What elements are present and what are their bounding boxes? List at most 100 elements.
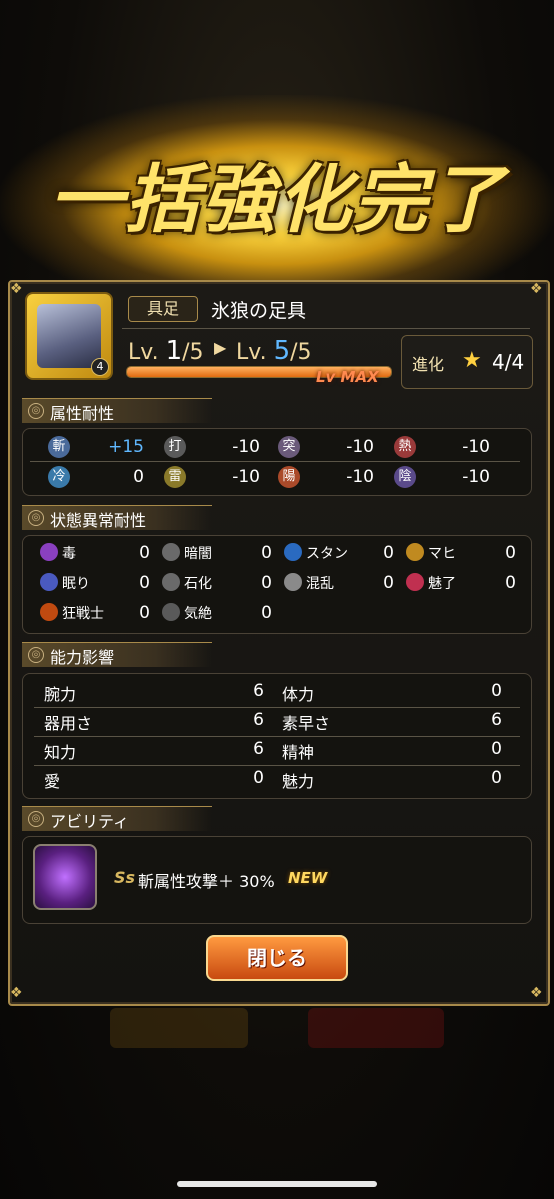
attribute-value: -10 <box>346 437 374 457</box>
status-label: 狂戦士 <box>62 606 104 622</box>
item-icon: 4 <box>25 292 113 380</box>
corner-ornament: ❖ <box>530 985 543 1001</box>
level-to: Lv. 5/5 <box>236 336 312 366</box>
attribute-value: -10 <box>462 467 490 487</box>
status-value: 0 <box>139 573 150 593</box>
item-rank-badge: 4 <box>91 358 109 376</box>
divider <box>34 736 520 737</box>
section-header-ability-effect: ◎ 能力影響 <box>22 642 212 667</box>
section-icon: ◎ <box>28 403 44 419</box>
section-icon: ◎ <box>28 647 44 663</box>
status-icon <box>40 603 58 621</box>
attribute-icon: 熱 <box>394 436 416 458</box>
status-label: 気絶 <box>184 606 212 622</box>
status-label: 毒 <box>62 546 76 562</box>
stat-value: 0 <box>491 681 502 701</box>
attribute-icon: 斬 <box>48 436 70 458</box>
attribute-icon: 冷 <box>48 466 70 488</box>
attribute-value: -10 <box>462 437 490 457</box>
new-badge: NEW <box>288 869 328 887</box>
level-max-label: Lv MAX <box>316 368 379 386</box>
status-label: マヒ <box>428 546 456 562</box>
attribute-value: +15 <box>108 437 144 457</box>
attribute-icon: 打 <box>164 436 186 458</box>
corner-ornament: ❖ <box>10 985 23 1001</box>
attribute-icon: 突 <box>278 436 300 458</box>
stat-value: 6 <box>253 681 264 701</box>
greaves-icon <box>37 304 101 368</box>
stat-value: 6 <box>491 710 502 730</box>
status-label: 眠り <box>62 576 90 592</box>
status-label: 魅了 <box>428 576 456 592</box>
status-label: スタン <box>306 546 348 562</box>
section-icon: ◎ <box>28 510 44 526</box>
attribute-icon: 陽 <box>278 466 300 488</box>
divider <box>34 707 520 708</box>
divider <box>34 765 520 766</box>
evolution-label: 進化 <box>412 355 445 374</box>
status-label: 暗闇 <box>184 546 212 562</box>
background-confirm-button <box>308 1008 444 1048</box>
status-value: 0 <box>383 573 394 593</box>
arrow-right-icon: ▶ <box>214 338 227 357</box>
corner-ornament: ❖ <box>530 281 543 297</box>
ability-text: 斬属性攻撃＋ 30% <box>138 872 275 891</box>
status-icon <box>162 573 180 591</box>
status-value: 0 <box>261 543 272 563</box>
status-icon <box>406 573 424 591</box>
status-value: 0 <box>139 543 150 563</box>
status-icon <box>162 603 180 621</box>
stat-label: 腕力 <box>44 685 77 704</box>
attribute-icon: 雷 <box>164 466 186 488</box>
star-icon: ★ <box>462 348 482 373</box>
status-value: 0 <box>261 573 272 593</box>
status-icon <box>40 573 58 591</box>
status-label: 石化 <box>184 576 212 592</box>
evolution-box: 進化 ★ 4/4 <box>401 335 533 389</box>
status-icon <box>284 543 302 561</box>
attribute-value: -10 <box>346 467 374 487</box>
status-label: 混乱 <box>306 576 334 592</box>
divider <box>122 328 530 329</box>
ability-ss-icon: Ss <box>114 868 136 887</box>
status-value: 0 <box>139 603 150 623</box>
evolution-value: 4/4 <box>492 350 525 374</box>
level-from: Lv. 1/5 <box>128 336 204 366</box>
home-indicator[interactable] <box>177 1181 377 1187</box>
status-value: 0 <box>383 543 394 563</box>
attribute-value: -10 <box>232 437 260 457</box>
stat-label: 愛 <box>44 772 61 791</box>
attribute-icon: 陰 <box>394 466 416 488</box>
attribute-value: -10 <box>232 467 260 487</box>
stat-label: 器用さ <box>44 714 93 733</box>
close-button[interactable]: 閉じる <box>206 935 348 981</box>
status-icon <box>40 543 58 561</box>
corner-ornament: ❖ <box>10 281 23 297</box>
item-category-tag: 具足 <box>128 296 198 322</box>
stat-label: 体力 <box>282 685 315 704</box>
result-title: 一括強化完了 <box>49 157 505 243</box>
attribute-value: 0 <box>133 467 144 487</box>
item-name: 氷狼の足具 <box>211 300 307 322</box>
stat-value: 0 <box>253 768 264 788</box>
ability-crystal-icon <box>33 844 97 910</box>
background-cancel-button <box>110 1008 248 1048</box>
status-value: 0 <box>505 543 516 563</box>
status-icon <box>284 573 302 591</box>
status-icon <box>406 543 424 561</box>
stat-label: 素早さ <box>282 714 331 733</box>
stat-value: 6 <box>253 710 264 730</box>
stat-value: 0 <box>491 768 502 788</box>
stat-label: 魅力 <box>282 772 315 791</box>
section-header-attr: ◎ 属性耐性 <box>22 398 212 423</box>
stat-label: 精神 <box>282 743 315 762</box>
status-icon <box>162 543 180 561</box>
stat-value: 0 <box>491 739 502 759</box>
section-icon: ◎ <box>28 811 44 827</box>
stat-value: 6 <box>253 739 264 759</box>
section-header-status: ◎ 状態異常耐性 <box>22 505 212 530</box>
ability-box <box>22 836 532 924</box>
status-value: 0 <box>261 603 272 623</box>
stat-label: 知力 <box>44 743 77 762</box>
section-header-abilities: ◎ アビリティ <box>22 806 212 831</box>
